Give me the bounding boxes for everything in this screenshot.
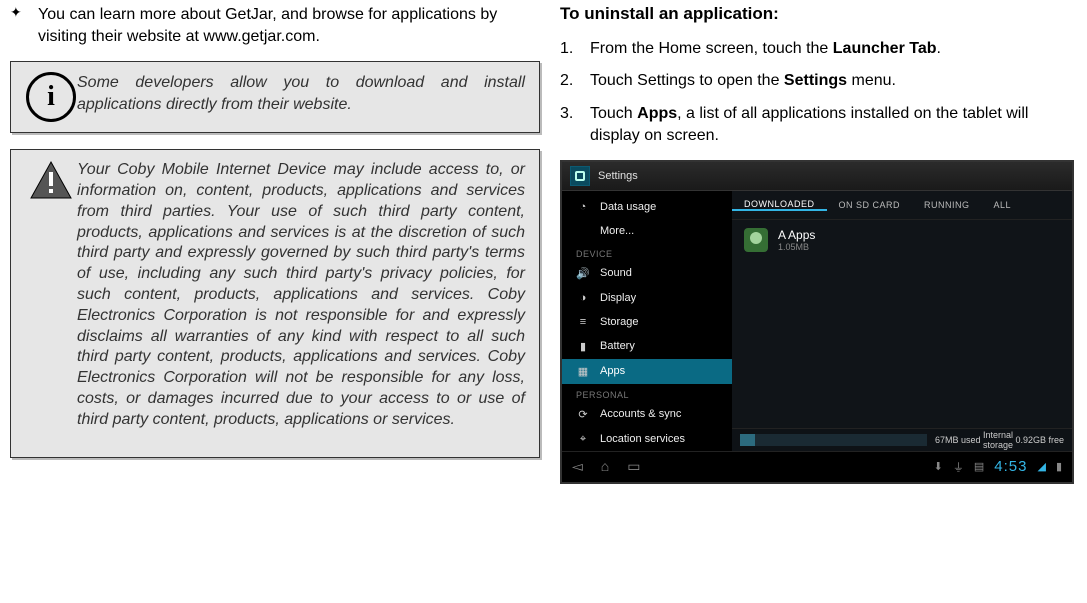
sidebar-item-display[interactable]: ◑ Display — [562, 286, 732, 310]
android-navbar: ◅ ⌂ ▭ ⬇ ⏚ ▤ 4:53 ◢ ▮ — [562, 451, 1072, 482]
android-titlebar: Settings — [562, 162, 1072, 191]
tab-downloaded[interactable]: DOWNLOADED — [732, 199, 827, 211]
storage-icon: ≡ — [576, 316, 590, 328]
window-title: Settings — [598, 170, 638, 182]
step-text: Touch Settings to open the — [590, 72, 784, 89]
storage-used: 67MB used — [935, 435, 981, 445]
home-icon[interactable]: ⌂ — [601, 458, 609, 475]
step-text: menu. — [847, 72, 896, 89]
settings-main-pane: DOWNLOADED ON SD CARD RUNNING ALL A Apps… — [732, 191, 1072, 451]
sidebar-item-data-usage[interactable]: ◔ Data usage — [562, 195, 732, 219]
location-icon: ⌖ — [576, 433, 590, 446]
settings-icon — [570, 166, 590, 186]
storage-label: Internal storage — [981, 430, 1016, 450]
settings-screenshot: Settings ◔ Data usage More... DEVICE 🔊 Sou… — [560, 160, 1074, 484]
sd-icon: ▤ — [974, 460, 984, 473]
apps-icon: ▦ — [576, 365, 590, 378]
sync-icon: ⟳ — [576, 408, 590, 421]
sidebar-category-device: DEVICE — [562, 243, 732, 261]
app-icon — [744, 228, 768, 252]
app-name: A Apps — [778, 228, 815, 242]
sidebar-item-accounts[interactable]: ⟳ Accounts & sync — [562, 402, 732, 427]
sidebar-category-personal: PERSONAL — [562, 384, 732, 402]
info-icon: i — [25, 72, 77, 122]
storage-bar: 67MB used Internal storage 0.92GB free — [732, 428, 1072, 451]
info-text: Some developers allow you to download an… — [77, 72, 525, 122]
section-heading: To uninstall an application: — [560, 4, 1070, 24]
recent-icon[interactable]: ▭ — [627, 458, 640, 475]
sidebar-item-location[interactable]: ⌖ Location services — [562, 427, 732, 452]
step-text: Touch — [590, 105, 637, 122]
sidebar-label: Display — [600, 292, 636, 304]
step-text: . — [937, 40, 941, 57]
step-1: 1. From the Home screen, touch the Launc… — [560, 38, 1070, 60]
step-bold: Settings — [784, 72, 847, 89]
back-icon[interactable]: ◅ — [572, 458, 583, 475]
bullet-text: You can learn more about GetJar, and bro… — [38, 4, 540, 47]
tab-on-sd-card[interactable]: ON SD CARD — [827, 200, 913, 210]
sidebar-item-battery[interactable]: ▮ Battery — [562, 334, 732, 359]
sidebar-label: More... — [600, 225, 634, 237]
sidebar-item-storage[interactable]: ≡ Storage — [562, 310, 732, 334]
step-3: 3. Touch Apps, a list of all application… — [560, 103, 1070, 148]
battery-icon: ▮ — [576, 340, 590, 353]
step-bold: Launcher Tab — [833, 40, 937, 57]
sidebar-label: Storage — [600, 316, 639, 328]
usb-icon: ⏚ — [953, 459, 964, 475]
data-usage-icon: ◔ — [576, 201, 590, 213]
star-icon: ✦ — [10, 4, 38, 47]
wifi-icon: ◢ — [1037, 460, 1045, 473]
display-icon: ◑ — [576, 292, 590, 304]
step-bold: Apps — [637, 105, 677, 122]
tab-running[interactable]: RUNNING — [912, 200, 982, 210]
step-text: From the Home screen, touch the — [590, 40, 833, 57]
warning-callout: Your Coby Mobile Internet Device may inc… — [10, 149, 540, 457]
storage-free: 0.92GB free — [1015, 435, 1064, 445]
sidebar-label: Sound — [600, 267, 632, 279]
step-2: 2. Touch Settings to open the Settings m… — [560, 70, 1070, 92]
sidebar-item-sound[interactable]: 🔊 Sound — [562, 261, 732, 286]
step-number: 3. — [560, 103, 590, 148]
sound-icon: 🔊 — [576, 267, 590, 280]
sidebar-label: Battery — [600, 340, 635, 352]
download-icon: ⬇ — [934, 460, 943, 473]
settings-sidebar: ◔ Data usage More... DEVICE 🔊 Sound ◑ Displ… — [562, 191, 732, 451]
bullet-item: ✦ You can learn more about GetJar, and b… — [10, 4, 540, 47]
step-number: 2. — [560, 70, 590, 92]
warning-text: Your Coby Mobile Internet Device may inc… — [77, 160, 525, 430]
battery-status-icon: ▮ — [1056, 460, 1062, 473]
sidebar-item-more[interactable]: More... — [562, 219, 732, 243]
sidebar-label: Location services — [600, 433, 685, 445]
clock: 4:53 — [994, 458, 1027, 475]
apps-tabs: DOWNLOADED ON SD CARD RUNNING ALL — [732, 191, 1072, 220]
tab-all[interactable]: ALL — [982, 200, 1024, 210]
step-number: 1. — [560, 38, 590, 60]
info-callout: i Some developers allow you to download … — [10, 61, 540, 133]
app-size: 1.05MB — [778, 242, 815, 252]
sidebar-label: Apps — [600, 365, 625, 377]
warning-icon — [25, 160, 77, 430]
sidebar-label: Accounts & sync — [600, 408, 681, 420]
app-list-item[interactable]: A Apps 1.05MB — [732, 220, 1072, 260]
sidebar-item-apps[interactable]: ▦ Apps — [562, 359, 732, 384]
sidebar-label: Data usage — [600, 201, 656, 213]
